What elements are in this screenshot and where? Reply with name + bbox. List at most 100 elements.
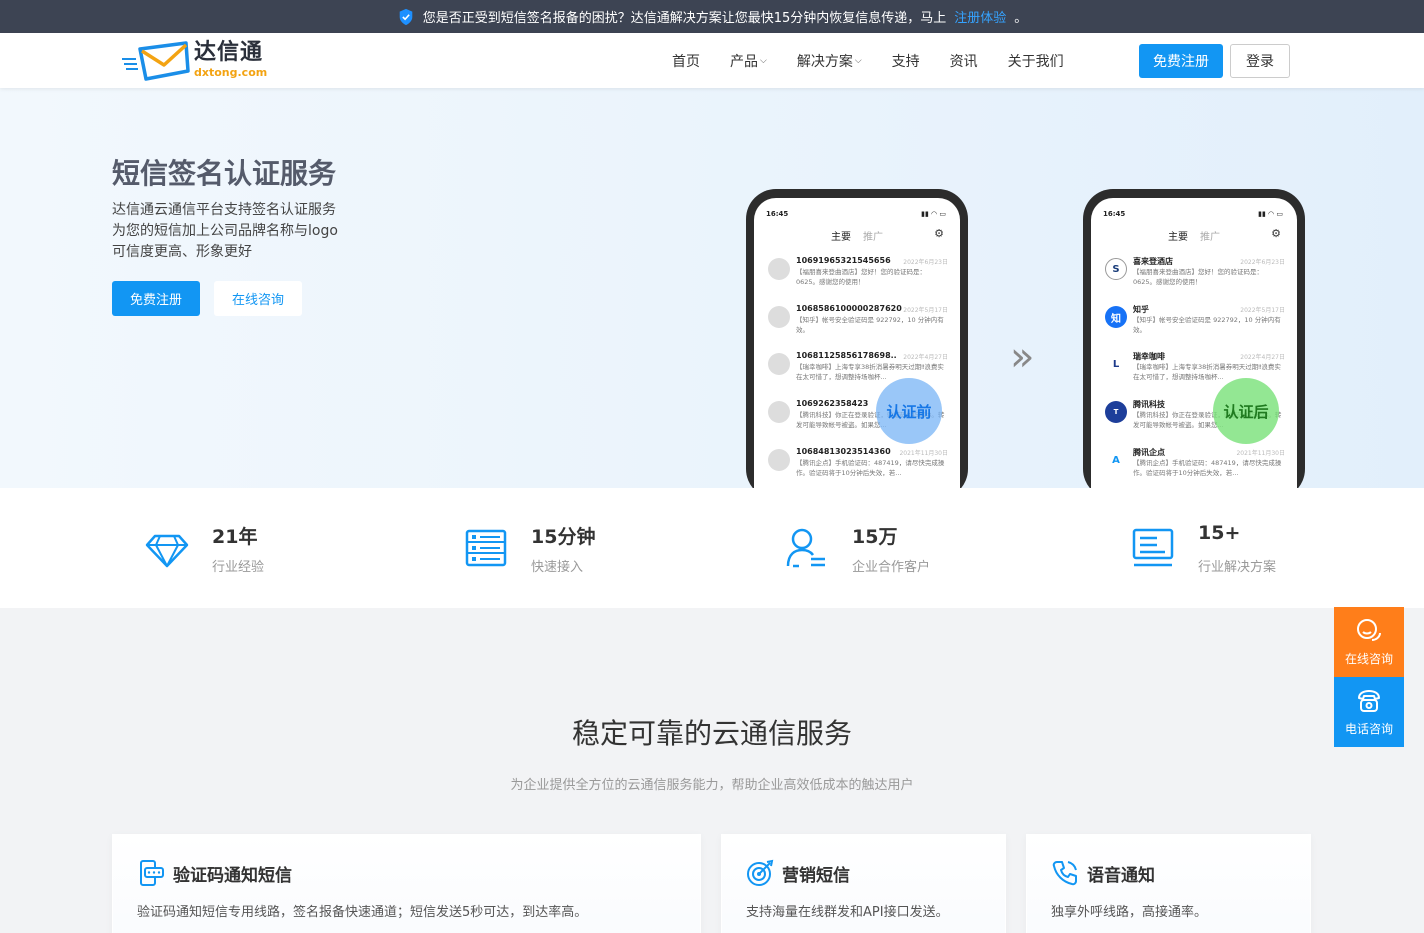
telephone-icon xyxy=(1358,689,1380,712)
diamond-icon xyxy=(145,534,189,568)
announcement-bar: 您是否正受到短信签名报备的困扰？达信通解决方案让您最快15分钟内恢复信息传递，马… xyxy=(0,0,1424,33)
nav-about[interactable]: 关于我们 xyxy=(1008,51,1064,71)
nav-home[interactable]: 首页 xyxy=(672,51,700,71)
hero-consult-button[interactable]: 在线咨询 xyxy=(214,281,302,316)
stats-section: 21年 行业经验 15分钟 快速接入 15万 企业合作客户 15+ 行业解决方案 xyxy=(0,488,1424,608)
stat-experience: 21年 行业经验 xyxy=(145,518,345,578)
chat-bubble-icon xyxy=(1357,618,1381,641)
phone-tab-main: 主要 xyxy=(1168,232,1188,243)
phone-before: 16:45 ▮▮ ◠ ▭ 主要 推广 ⚙ 10691965321545656 20… xyxy=(746,189,968,488)
avatar xyxy=(768,449,790,471)
nav-news[interactable]: 资讯 xyxy=(950,51,978,71)
shield-icon xyxy=(399,8,413,25)
sms-body: 【福朋喜来登曲酒店】您好！您的验证码是：0625。感谢您的使用！ xyxy=(1133,268,1263,286)
service-card-voice[interactable]: 语音通知 独享外呼线路，高接通率。 xyxy=(1026,834,1311,933)
stat-value: 21年 xyxy=(212,526,258,548)
stat-value: 15+ xyxy=(1198,522,1241,544)
sms-code-icon xyxy=(140,860,164,886)
hero-banner: 短信签名认证服务 达信通云通信平台支持签名认证服务 为您的短信加上公司品牌名称与… xyxy=(0,88,1424,488)
chevron-down-icon: ⌵ xyxy=(854,55,862,66)
nav-products[interactable]: 产品 ⌵ xyxy=(730,51,767,71)
services-section: 稳定可靠的云通信服务 为企业提供全方位的云通信服务能力，帮助企业高效低成本的触达… xyxy=(0,608,1424,933)
main-nav: 首页 产品 ⌵ 解决方案 ⌵ 支持 资讯 关于我们 xyxy=(672,33,1094,88)
avatar xyxy=(768,401,790,423)
nav-solutions[interactable]: 解决方案 ⌵ xyxy=(797,51,862,71)
service-card-title: 营销短信 xyxy=(782,866,850,886)
service-card-title: 语音通知 xyxy=(1087,866,1155,886)
section-title: 稳定可靠的云通信服务 xyxy=(571,717,852,750)
stat-customers: 15万 企业合作客户 xyxy=(785,518,985,578)
service-card-verification[interactable]: 验证码通知短信 验证码通知短信专用线路，签名报备快速通道；短信发送5秒可达，到达… xyxy=(112,834,701,933)
sms-body: 【福朋喜来登曲酒店】您好！您的验证码是：0625。感谢您的使用！ xyxy=(796,268,926,286)
nav-home-label: 首页 xyxy=(672,53,700,70)
site-logo[interactable]: 达信通 dxtong.com xyxy=(120,37,280,83)
after-auth-badge: 认证后 xyxy=(1213,378,1279,444)
phone-tabs: 主要 推广 xyxy=(1091,228,1297,243)
before-auth-badge: 认证前 xyxy=(876,378,942,444)
nav-support-label: 支持 xyxy=(891,53,920,70)
float-consult-label: 在线咨询 xyxy=(1344,651,1393,666)
sms-sender: 瑞幸咖啡 xyxy=(1133,352,1165,361)
float-phone-consult-button[interactable]: 电话咨询 xyxy=(1334,677,1404,747)
phone-tab-promo: 推广 xyxy=(1200,232,1220,243)
sms-date: 2022年5月17日 xyxy=(903,307,948,314)
sms-date: 2022年4月27日 xyxy=(1240,354,1285,361)
hero-desc-line: 可信度更高、形象更好 xyxy=(112,244,252,260)
sms-sender: 喜来登酒店 xyxy=(1133,257,1173,266)
nav-solutions-label: 解决方案 xyxy=(796,53,853,70)
nav-support[interactable]: 支持 xyxy=(892,51,920,71)
logo-domain: dxtong.com xyxy=(194,66,268,79)
service-card-title: 验证码通知短信 xyxy=(173,866,292,886)
phone-screen: 16:45 ▮▮ ◠ ▭ 主要 推广 ⚙ S 喜来登酒店 2022年6月23日 【… xyxy=(1091,198,1297,488)
envelope-logo-icon xyxy=(122,41,190,81)
nav-news-label: 资讯 xyxy=(949,53,978,70)
signal-battery-icon: ▮▮ ◠ ▭ xyxy=(921,210,946,218)
section-subtitle: 为企业提供全方位的云通信服务能力，帮助企业高效低成本的触达用户 xyxy=(510,778,914,793)
sms-item: 1068586100000287620 2022年5月17日 【知乎】帐号安全验… xyxy=(768,304,948,346)
service-card-desc: 独享外呼线路，高接通率。 xyxy=(1051,905,1208,920)
avatar xyxy=(768,306,790,328)
nav-products-label: 产品 xyxy=(730,53,758,70)
announcement-register-link[interactable]: 注册体验 xyxy=(954,7,1006,26)
float-online-consult-button[interactable]: 在线咨询 xyxy=(1334,607,1404,677)
sms-date: 2022年4月27日 xyxy=(903,354,948,361)
nav-about-label: 关于我们 xyxy=(1007,53,1064,70)
avatar xyxy=(768,353,790,375)
sms-date: 2021年11月30日 xyxy=(899,450,948,457)
announcement-text: 您是否正受到短信签名报备的困扰？达信通解决方案让您最快15分钟内恢复信息传递，马… xyxy=(422,11,947,26)
sms-sender: 腾讯科技 xyxy=(1133,400,1165,409)
service-card-marketing[interactable]: 营销短信 支持海量在线群发和API接口发送。 xyxy=(721,834,1006,933)
chevron-down-icon: ⌵ xyxy=(760,55,767,66)
sms-sender: 知乎 xyxy=(1133,305,1149,314)
login-button[interactable]: 登录 xyxy=(1230,44,1290,78)
float-phone-label: 电话咨询 xyxy=(1344,721,1393,736)
phone-call-icon xyxy=(1052,861,1077,886)
sms-item: 10691965321545656 2022年6月23日 【福朋喜来登曲酒店】您… xyxy=(768,256,948,298)
document-icon xyxy=(1132,528,1174,567)
sms-sender: 10691965321545656 xyxy=(796,256,891,265)
register-button[interactable]: 免费注册 xyxy=(1139,44,1223,78)
phone-time: 16:45 xyxy=(1103,210,1126,218)
phone-after: 16:45 ▮▮ ◠ ▭ 主要 推广 ⚙ S 喜来登酒店 2022年6月23日 【… xyxy=(1083,189,1305,488)
tencent-logo: T xyxy=(1105,401,1127,423)
gear-icon: ⚙ xyxy=(1271,227,1281,240)
sms-body: 【腾讯企点】手机验证码：487419，请尽快完成操作。验证码将于10分钟后失效，… xyxy=(1133,459,1282,477)
stat-label: 企业合作客户 xyxy=(852,560,931,575)
target-icon xyxy=(747,859,774,886)
stat-label: 快速接入 xyxy=(531,560,584,575)
phone-tabs: 主要 推广 xyxy=(754,228,960,243)
sms-body: 【腾讯企点】手机验证码：487419，请尽快完成操作。验证码将于10分钟后失效，… xyxy=(796,459,945,477)
stat-label: 行业经验 xyxy=(212,560,265,575)
stat-label: 行业解决方案 xyxy=(1198,560,1277,575)
sms-sender: 10681125856178698.. xyxy=(796,351,897,360)
sms-body: 【知乎】帐号安全验证码是 922792，10 分钟内有效。 xyxy=(1133,316,1281,334)
sms-sender: 1068586100000287620 xyxy=(796,304,902,313)
sms-item: A 腾讯企点 2021年11月30日 【腾讯企点】手机验证码：487419，请尽… xyxy=(1105,447,1285,488)
server-icon xyxy=(465,529,507,567)
signal-battery-icon: ▮▮ ◠ ▭ xyxy=(1258,210,1283,218)
hero-title: 短信签名认证服务 xyxy=(112,157,337,190)
hero-register-button[interactable]: 免费注册 xyxy=(112,281,200,316)
user-list-icon xyxy=(786,528,825,568)
phone-tab-main: 主要 xyxy=(831,232,851,243)
stat-solutions: 15+ 行业解决方案 xyxy=(1131,518,1331,578)
